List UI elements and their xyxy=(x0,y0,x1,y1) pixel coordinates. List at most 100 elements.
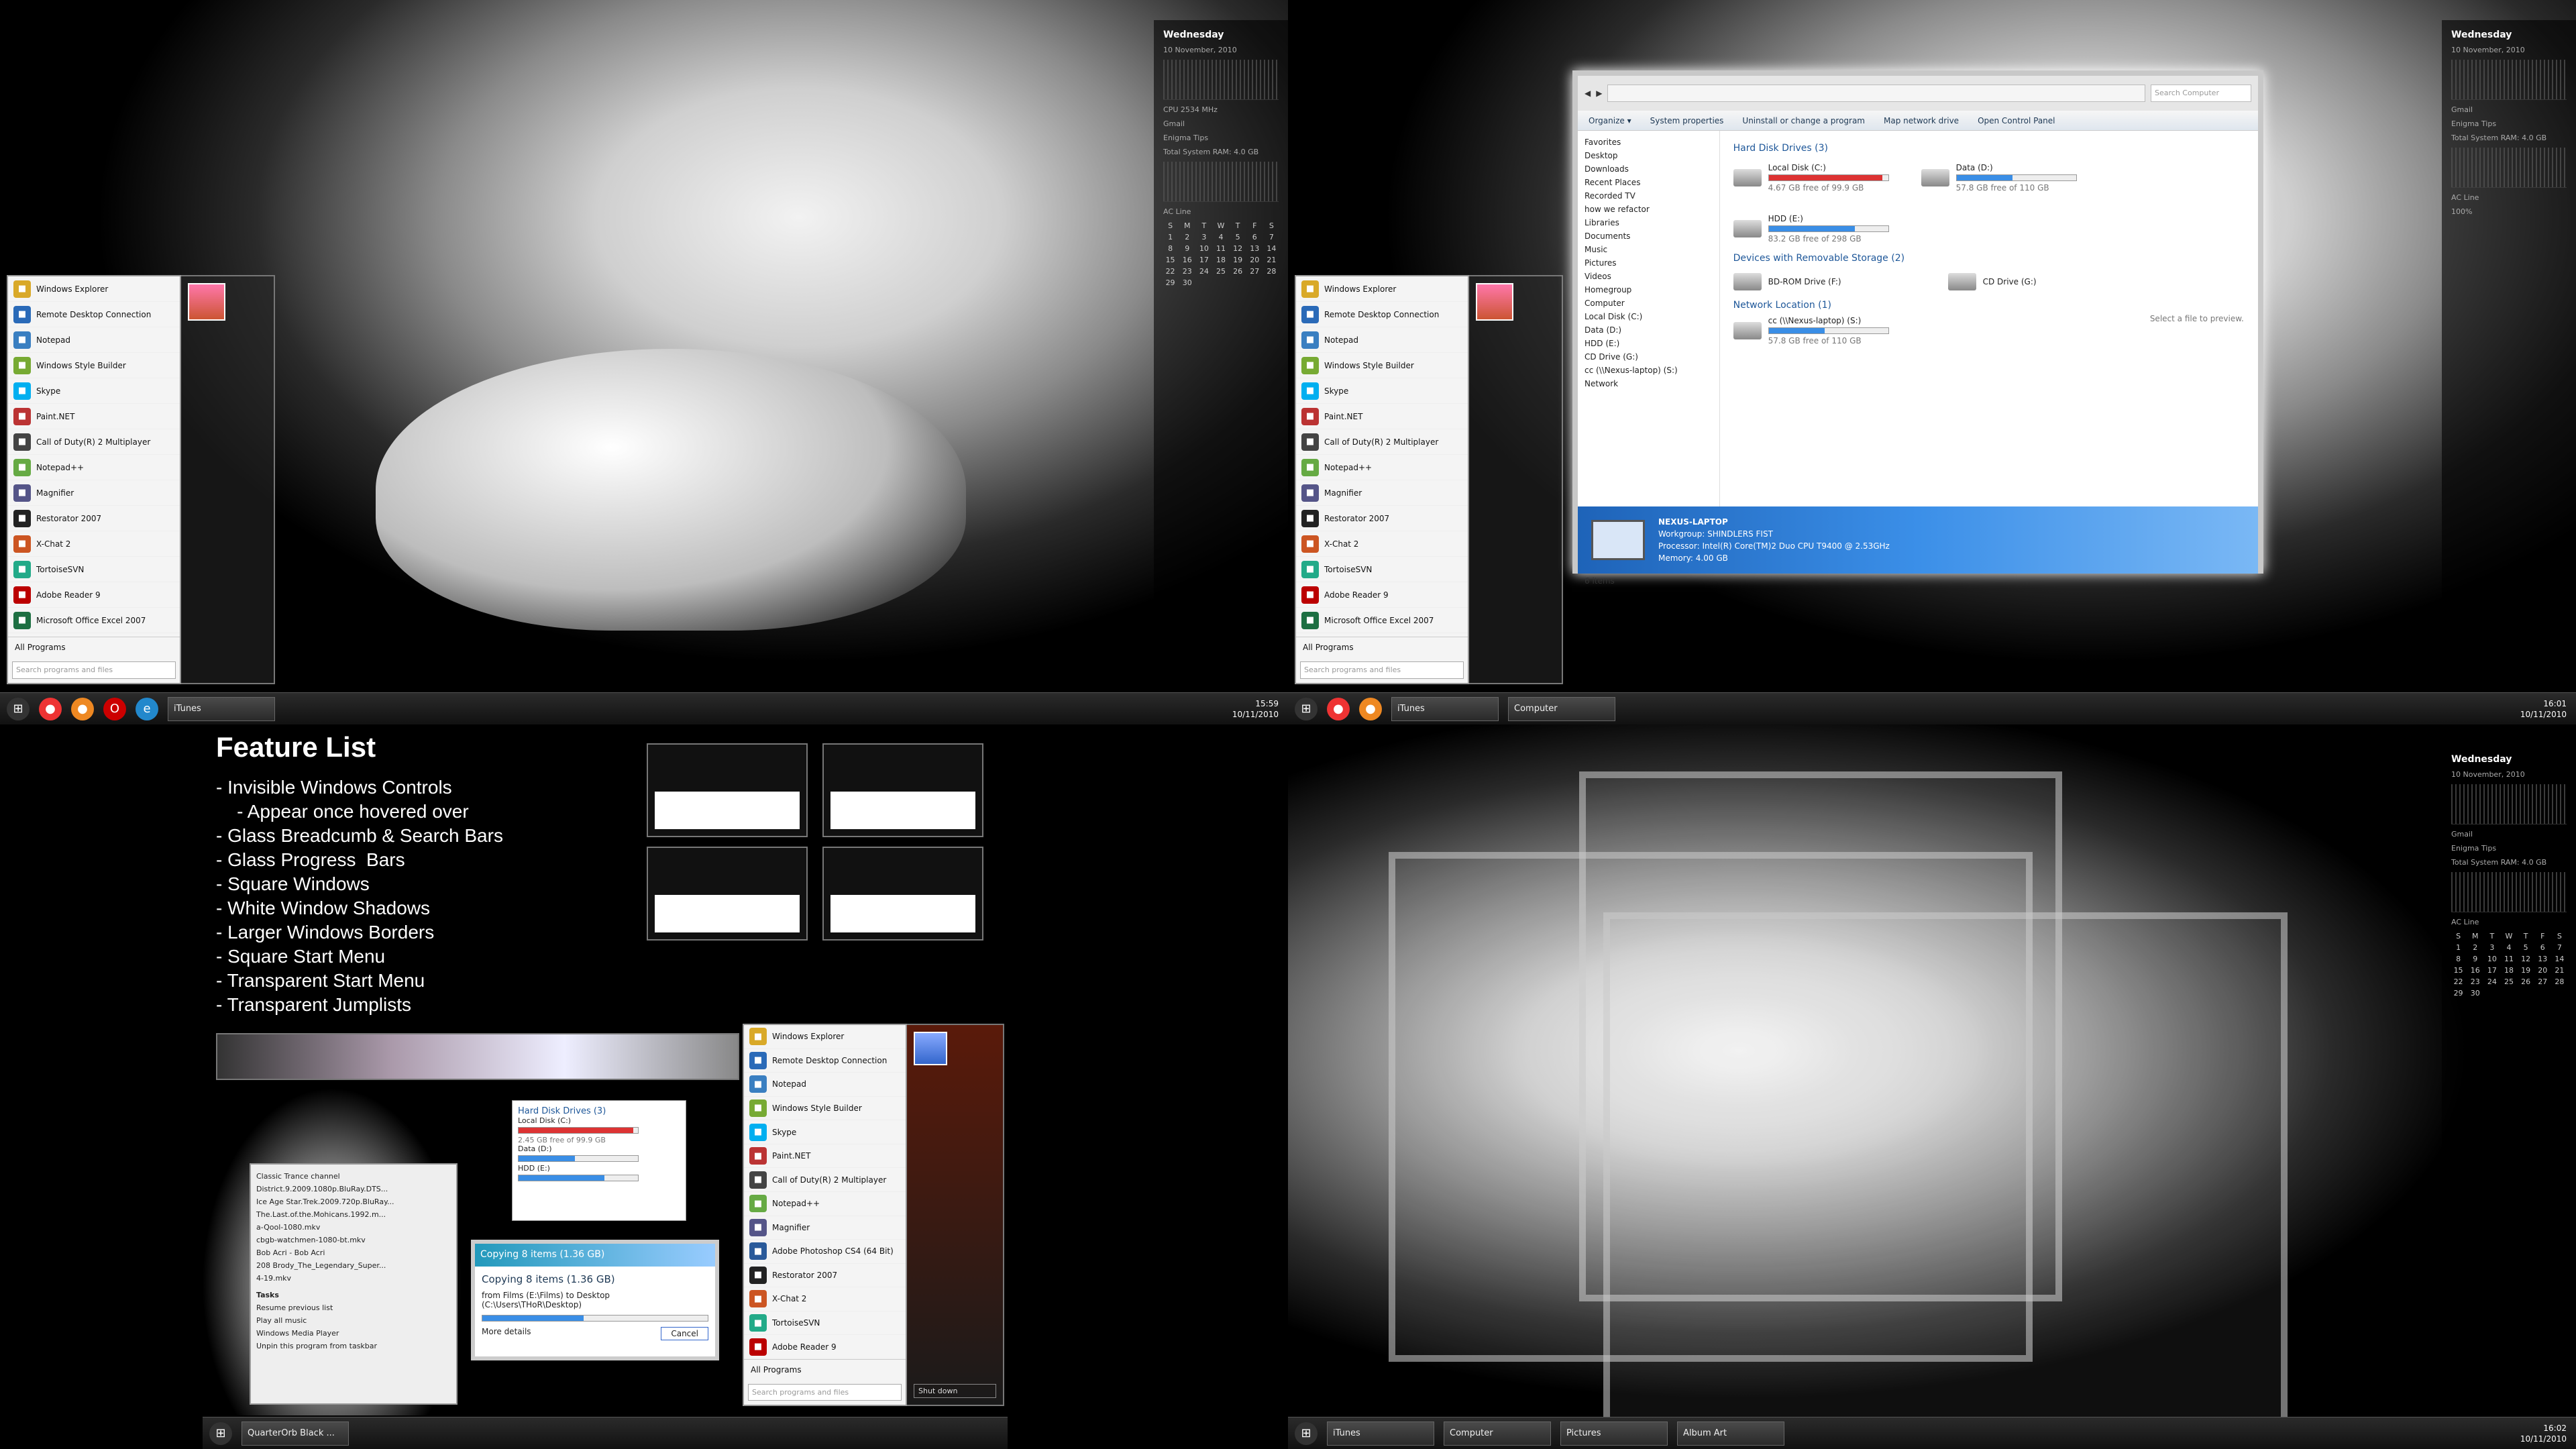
calendar-day[interactable]: 21 xyxy=(1265,256,1279,264)
taskbar-pictures[interactable]: Pictures xyxy=(1560,1421,1668,1446)
chrome-icon[interactable]: ● xyxy=(39,697,62,720)
start-menu-item[interactable]: ■ Adobe Reader 9 xyxy=(744,1335,906,1359)
start-menu-item[interactable]: ■ Windows Style Builder xyxy=(8,353,180,378)
nav-item[interactable]: Recent Places xyxy=(1585,178,1713,187)
start-menu-item[interactable]: ■ Magnifier xyxy=(8,480,180,506)
calendar-day[interactable]: 14 xyxy=(2553,955,2567,963)
jumplist-app[interactable]: Windows Media Player xyxy=(256,1327,451,1340)
start-menu-item[interactable]: ■ Restorator 2007 xyxy=(744,1264,906,1288)
calendar-day[interactable]: T xyxy=(1197,221,1211,230)
calendar-day[interactable]: 7 xyxy=(2553,943,2567,952)
nav-item[interactable]: HDD (E:) xyxy=(1585,339,1713,348)
start-orb-icon[interactable]: ⊞ xyxy=(1295,1421,1318,1445)
start-orb-icon[interactable]: ⊞ xyxy=(1295,697,1318,720)
drive-cd[interactable]: CD Drive (G:) xyxy=(1947,273,2123,290)
calendar-day[interactable]: 3 xyxy=(2485,943,2499,952)
command-button[interactable]: Map network drive xyxy=(1884,116,1959,125)
jumplist-task[interactable]: Resume previous list xyxy=(256,1301,451,1314)
calendar-day[interactable]: 12 xyxy=(2519,955,2533,963)
calendar-day[interactable]: 1 xyxy=(2451,943,2465,952)
start-search-input[interactable]: Search programs and files xyxy=(748,1383,902,1401)
drive-item[interactable]: Local Disk (C:) 4.67 GB free of 99.9 GB xyxy=(1733,163,1908,193)
taskbar-computer[interactable]: Computer xyxy=(1508,696,1615,721)
all-programs-button[interactable]: All Programs xyxy=(8,637,180,657)
start-orb-icon[interactable]: ⊞ xyxy=(7,697,30,720)
start-menu-item[interactable]: ■ X-Chat 2 xyxy=(1296,531,1468,557)
start-menu-item[interactable]: ■ Notepad++ xyxy=(1296,455,1468,480)
nav-item[interactable]: Local Disk (C:) xyxy=(1585,312,1713,321)
more-details-button[interactable]: More details xyxy=(482,1327,531,1340)
start-menu-item[interactable]: ■ Call of Duty(R) 2 Multiplayer xyxy=(1296,429,1468,455)
start-menu-item[interactable]: ■ Windows Style Builder xyxy=(1296,353,1468,378)
calendar-day[interactable]: 13 xyxy=(2536,955,2550,963)
start-search-input[interactable]: Search programs and files xyxy=(12,661,176,679)
taskbar-computer[interactable]: Computer xyxy=(1444,1421,1551,1446)
calendar-day[interactable]: 4 xyxy=(2502,943,2516,952)
chrome-icon[interactable]: ● xyxy=(1327,697,1350,720)
calendar-day[interactable]: S xyxy=(2553,932,2567,941)
calendar-day[interactable]: 19 xyxy=(2519,966,2533,975)
gmail-gadget[interactable]: Gmail xyxy=(1163,119,1279,128)
system-tray-clock[interactable]: 16:01 10/11/2010 xyxy=(2520,698,2576,720)
calendar-day[interactable]: 5 xyxy=(1231,233,1245,241)
calendar-day[interactable]: 12 xyxy=(1231,244,1245,253)
gmail-gadget[interactable]: Gmail xyxy=(2451,105,2567,114)
calendar-day[interactable]: 11 xyxy=(1214,244,1228,253)
calendar-day[interactable]: 9 xyxy=(2468,955,2482,963)
calendar-day[interactable]: 22 xyxy=(2451,977,2465,986)
calendar-day[interactable]: F xyxy=(2536,932,2550,941)
calendar-day[interactable]: 15 xyxy=(2451,966,2465,975)
taskbar-album-art[interactable]: Album Art xyxy=(1677,1421,1784,1446)
calendar-day[interactable]: 28 xyxy=(1265,267,1279,276)
calendar-day[interactable]: S xyxy=(2451,932,2465,941)
start-menu-item[interactable]: ■ Remote Desktop Connection xyxy=(8,302,180,327)
calendar-day[interactable]: S xyxy=(1163,221,1177,230)
back-icon[interactable]: ◀ xyxy=(1585,89,1591,98)
calendar-day[interactable]: M xyxy=(1180,221,1194,230)
nav-item[interactable]: Homegroup xyxy=(1585,285,1713,294)
calendar-day[interactable]: 11 xyxy=(2502,955,2516,963)
command-button[interactable]: Open Control Panel xyxy=(1978,116,2055,125)
jumplist-item[interactable]: a-Qool-1080.mkv xyxy=(256,1221,451,1234)
calendar-day[interactable]: 19 xyxy=(1231,256,1245,264)
taskbar-itunes[interactable]: iTunes xyxy=(1327,1421,1434,1446)
start-menu-item[interactable]: ■ Notepad xyxy=(1296,327,1468,353)
calendar-day[interactable]: M xyxy=(2468,932,2482,941)
taskbar-itunes[interactable]: iTunes xyxy=(168,696,275,721)
calendar-day[interactable]: T xyxy=(1231,221,1245,230)
calendar-day[interactable]: 24 xyxy=(1197,267,1211,276)
user-avatar[interactable] xyxy=(1476,283,1513,321)
start-menu-item[interactable]: ■ Adobe Photoshop CS4 (64 Bit) xyxy=(744,1240,906,1264)
calendar-day[interactable]: 27 xyxy=(1248,267,1262,276)
calendar-day[interactable]: 20 xyxy=(1248,256,1262,264)
nav-item[interactable]: Music xyxy=(1585,245,1713,254)
jumplist-item[interactable]: Ice Age Star.Trek.2009.720p.BluRay... xyxy=(256,1195,451,1208)
jumplist-item[interactable]: District.9.2009.1080p.BluRay.DTS... xyxy=(256,1183,451,1195)
start-menu-item[interactable]: ■ Notepad++ xyxy=(8,455,180,480)
jumplist-unpin[interactable]: Unpin this program from taskbar xyxy=(256,1340,451,1352)
calendar-day[interactable]: 6 xyxy=(2536,943,2550,952)
calendar-day[interactable]: 27 xyxy=(2536,977,2550,986)
calendar-day[interactable]: 23 xyxy=(1180,267,1194,276)
start-menu-item[interactable]: ■ Windows Explorer xyxy=(8,276,180,302)
user-avatar[interactable] xyxy=(914,1032,947,1065)
all-programs-button[interactable]: All Programs xyxy=(1296,637,1468,657)
start-menu-item[interactable]: ■ TortoiseSVN xyxy=(744,1311,906,1336)
drive-item[interactable]: Data (D:) 57.8 GB free of 110 GB xyxy=(1921,163,2096,193)
start-menu-item[interactable]: ■ Magnifier xyxy=(1296,480,1468,506)
start-menu-item[interactable]: ■ Windows Style Builder xyxy=(744,1097,906,1121)
calendar-day[interactable]: 17 xyxy=(2485,966,2499,975)
calendar-day[interactable]: 20 xyxy=(2536,966,2550,975)
calendar-day[interactable]: 22 xyxy=(1163,267,1177,276)
start-menu-item[interactable]: ■ X-Chat 2 xyxy=(744,1287,906,1311)
calendar-day[interactable]: 21 xyxy=(2553,966,2567,975)
start-menu-item[interactable]: ■ Restorator 2007 xyxy=(1296,506,1468,531)
calendar-day[interactable]: 2 xyxy=(2468,943,2482,952)
calendar-day[interactable]: 6 xyxy=(1248,233,1262,241)
start-menu-item[interactable]: ■ Remote Desktop Connection xyxy=(744,1049,906,1073)
nav-item[interactable]: Network xyxy=(1585,379,1713,388)
cancel-button[interactable]: Cancel xyxy=(661,1327,708,1340)
removable-group-header[interactable]: Devices with Removable Storage (2) xyxy=(1733,253,2123,264)
calendar-day[interactable]: 16 xyxy=(2468,966,2482,975)
start-menu-item[interactable]: ■ Magnifier xyxy=(744,1216,906,1240)
